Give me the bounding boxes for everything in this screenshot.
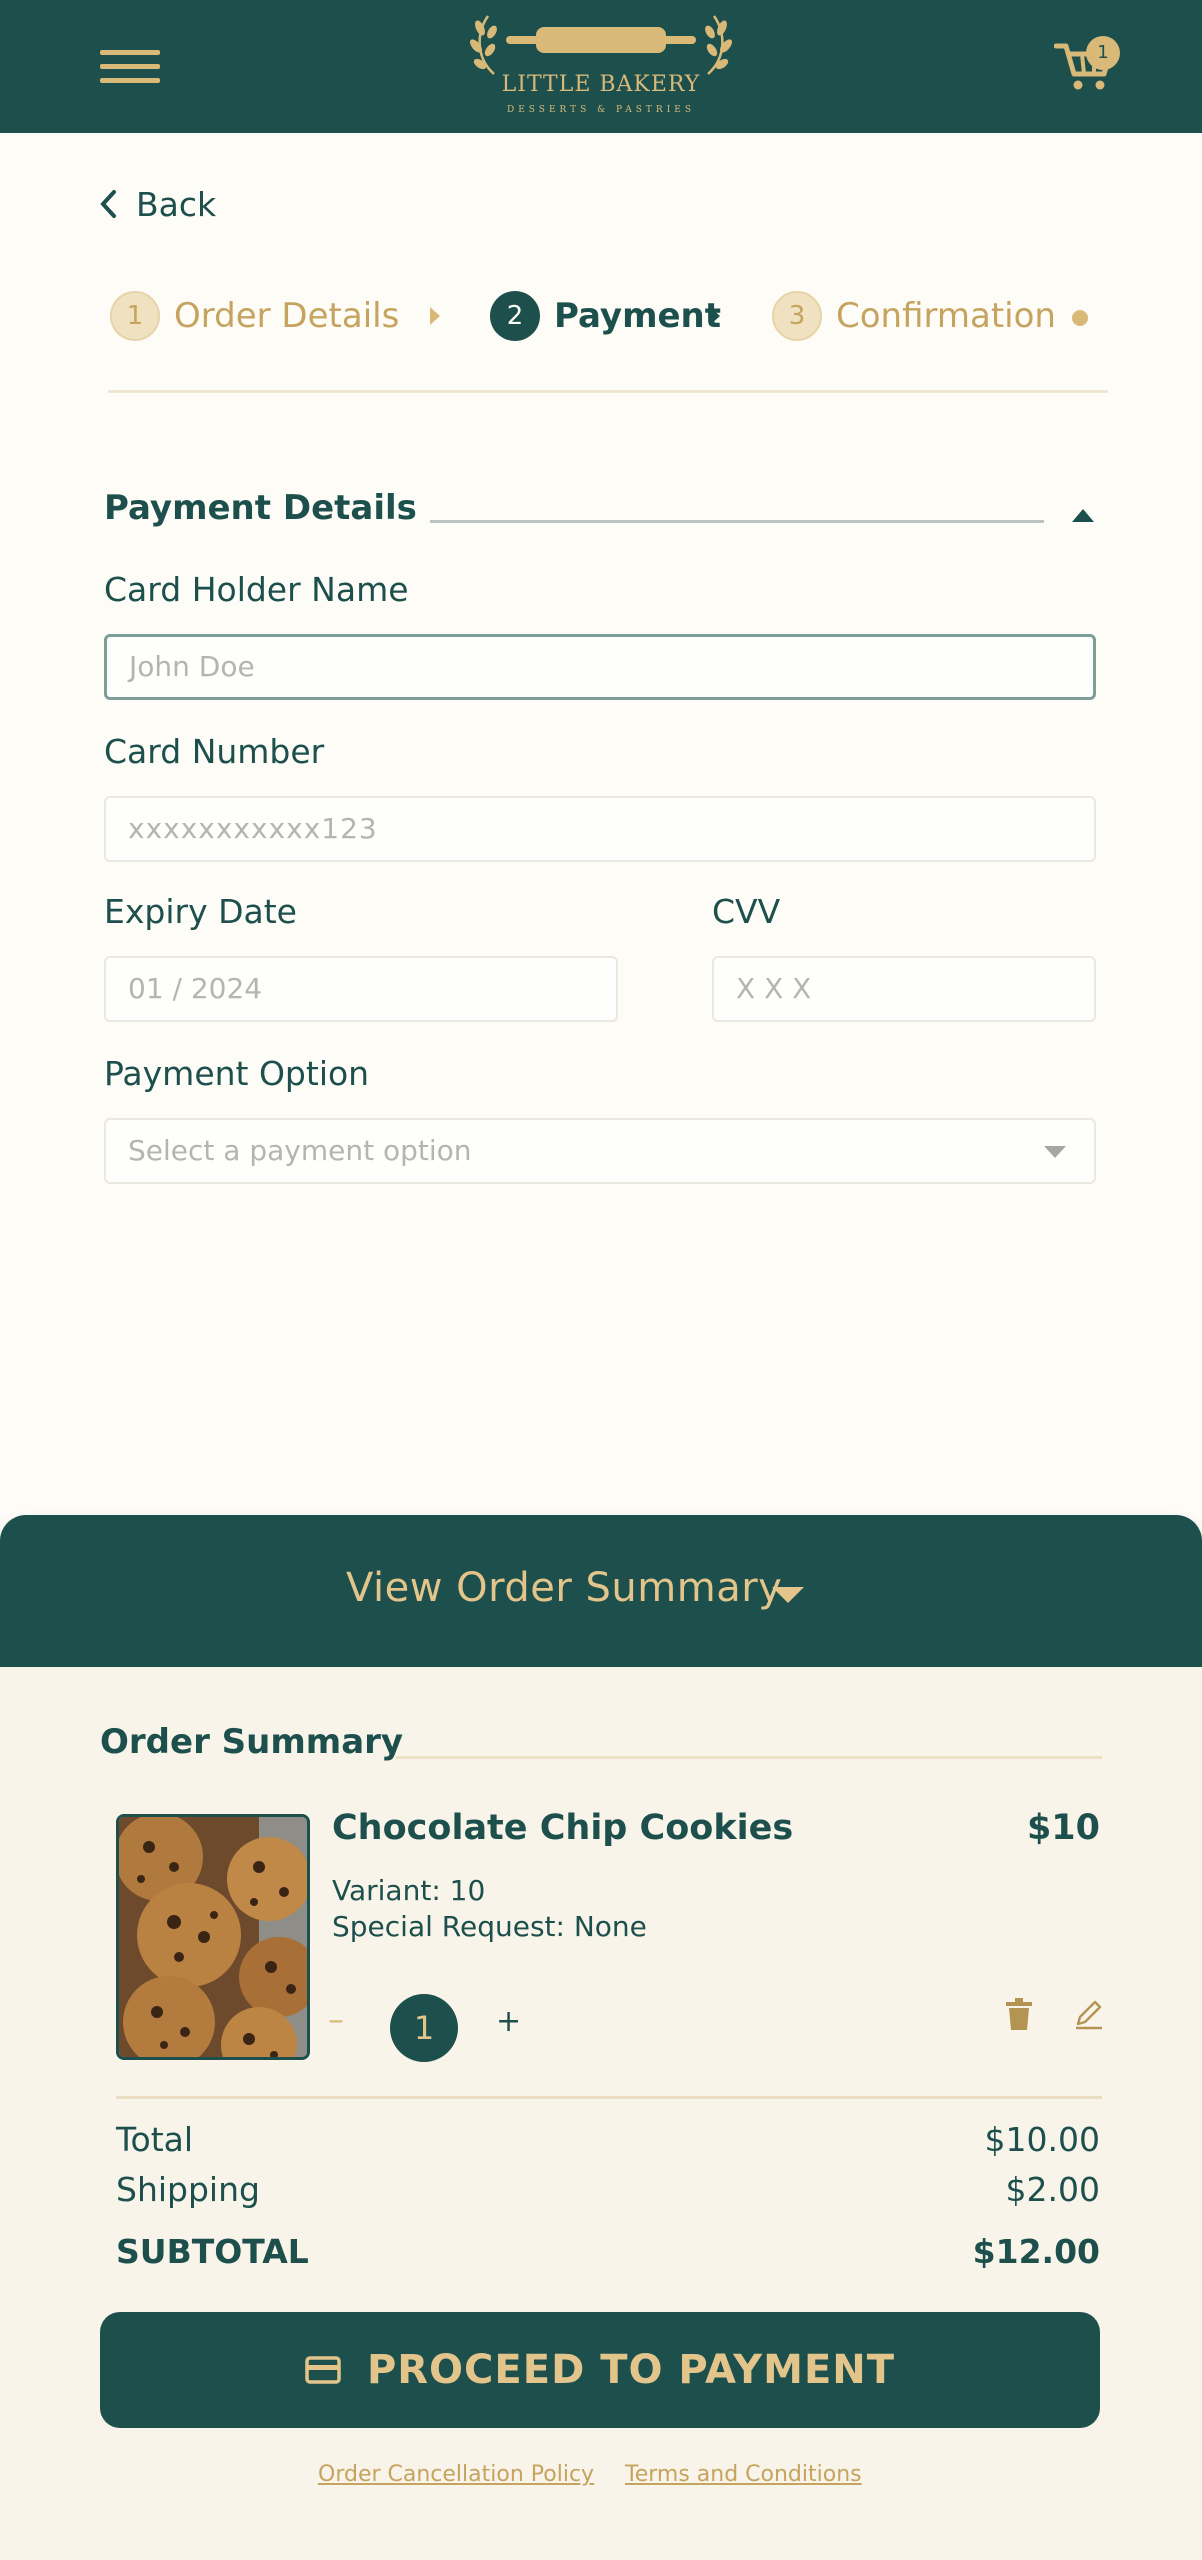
step-order-details[interactable]: 1 Order Details (110, 288, 399, 344)
card-number-input[interactable]: xxxxxxxxxxx123 (104, 796, 1096, 862)
cvv-input[interactable]: X X X (712, 956, 1096, 1022)
items-divider (116, 2096, 1102, 2099)
step-confirmation[interactable]: 3 Confirmation (772, 288, 1056, 344)
subtotal-value: $12.00 (972, 2232, 1100, 2271)
back-button[interactable]: Back (100, 184, 216, 224)
back-label: Back (136, 184, 217, 224)
shipping-label: Shipping (116, 2170, 260, 2209)
trash-icon[interactable] (1006, 1998, 1032, 2030)
product-price: $10 (1026, 1808, 1100, 1848)
expiry-date-input[interactable]: 01 / 2024 (104, 956, 618, 1022)
chevron-down-icon (1044, 1146, 1066, 1158)
total-label: Total (116, 2120, 194, 2159)
payment-option-label: Payment Option (104, 1054, 370, 1093)
quantity-increase-button[interactable]: + (496, 2004, 521, 2039)
quantity-value: 1 (390, 1994, 458, 2062)
step-number: 3 (772, 291, 822, 341)
step-label: Payment (554, 296, 722, 336)
chevron-left-icon (100, 190, 116, 218)
order-summary-title: Order Summary (100, 1722, 404, 1762)
subtotal-label: SUBTOTAL (116, 2232, 309, 2271)
step-label: Confirmation (836, 296, 1056, 336)
rolling-pin-icon (470, 15, 732, 75)
view-order-summary-label: View Order Summary (346, 1565, 783, 1611)
checkout-stepper: 1 Order Details 2 Payment 3 Confirmation (110, 288, 1110, 344)
menu-icon[interactable] (100, 50, 160, 84)
credit-card-icon (305, 2356, 341, 2384)
payment-option-placeholder: Select a payment option (128, 1134, 472, 1167)
brand-name: LITTLE BAKERY (501, 72, 701, 97)
brand-logo[interactable]: LITTLE BAKERY DESSERTS & PASTRIES (466, 8, 736, 123)
proceed-to-payment-label: PROCEED TO PAYMENT (366, 2347, 896, 2393)
product-special-request: Special Request: None (332, 1910, 647, 1943)
section-divider (430, 520, 1044, 523)
brand-tagline: DESSERTS & PASTRIES (506, 105, 695, 115)
payment-details-title: Payment Details (104, 488, 417, 528)
step-number: 2 (490, 291, 540, 341)
collapse-up-icon[interactable] (1070, 506, 1096, 524)
edit-pencil-icon[interactable] (1072, 1998, 1104, 2030)
cvv-label: CVV (712, 892, 781, 931)
proceed-to-payment-button[interactable]: PROCEED TO PAYMENT (100, 2312, 1100, 2428)
card-holder-label: Card Holder Name (104, 570, 409, 609)
card-number-label: Card Number (104, 732, 325, 771)
order-summary-divider (396, 1756, 1102, 1759)
caret-right-icon (430, 307, 440, 325)
app-header: LITTLE BAKERY DESSERTS & PASTRIES 1 (0, 0, 1202, 133)
card-holder-input[interactable]: John Doe (104, 634, 1096, 700)
terms-and-conditions-link[interactable]: Terms and Conditions (625, 2462, 862, 2487)
step-number: 1 (110, 291, 160, 341)
step-label: Order Details (174, 296, 400, 336)
caret-right-icon (710, 307, 720, 325)
order-cancellation-policy-link[interactable]: Order Cancellation Policy (318, 2462, 594, 2487)
shipping-value: $2.00 (1005, 2170, 1100, 2209)
product-image (116, 1814, 310, 2060)
total-value: $10.00 (984, 2120, 1100, 2159)
cart-count-badge: 1 (1086, 36, 1120, 70)
payment-option-select[interactable]: Select a payment option (104, 1118, 1096, 1184)
stepper-divider (108, 390, 1108, 393)
view-order-summary-toggle[interactable]: View Order Summary (0, 1515, 1202, 1667)
caret-down-icon (772, 1587, 804, 1603)
product-variant: Variant: 10 (332, 1874, 486, 1907)
quantity-decrease-button[interactable]: – (328, 2000, 344, 2038)
product-name: Chocolate Chip Cookies (332, 1808, 794, 1848)
step-payment[interactable]: 2 Payment (490, 288, 721, 344)
expiry-date-label: Expiry Date (104, 892, 297, 931)
step-dot-icon (1072, 310, 1088, 326)
